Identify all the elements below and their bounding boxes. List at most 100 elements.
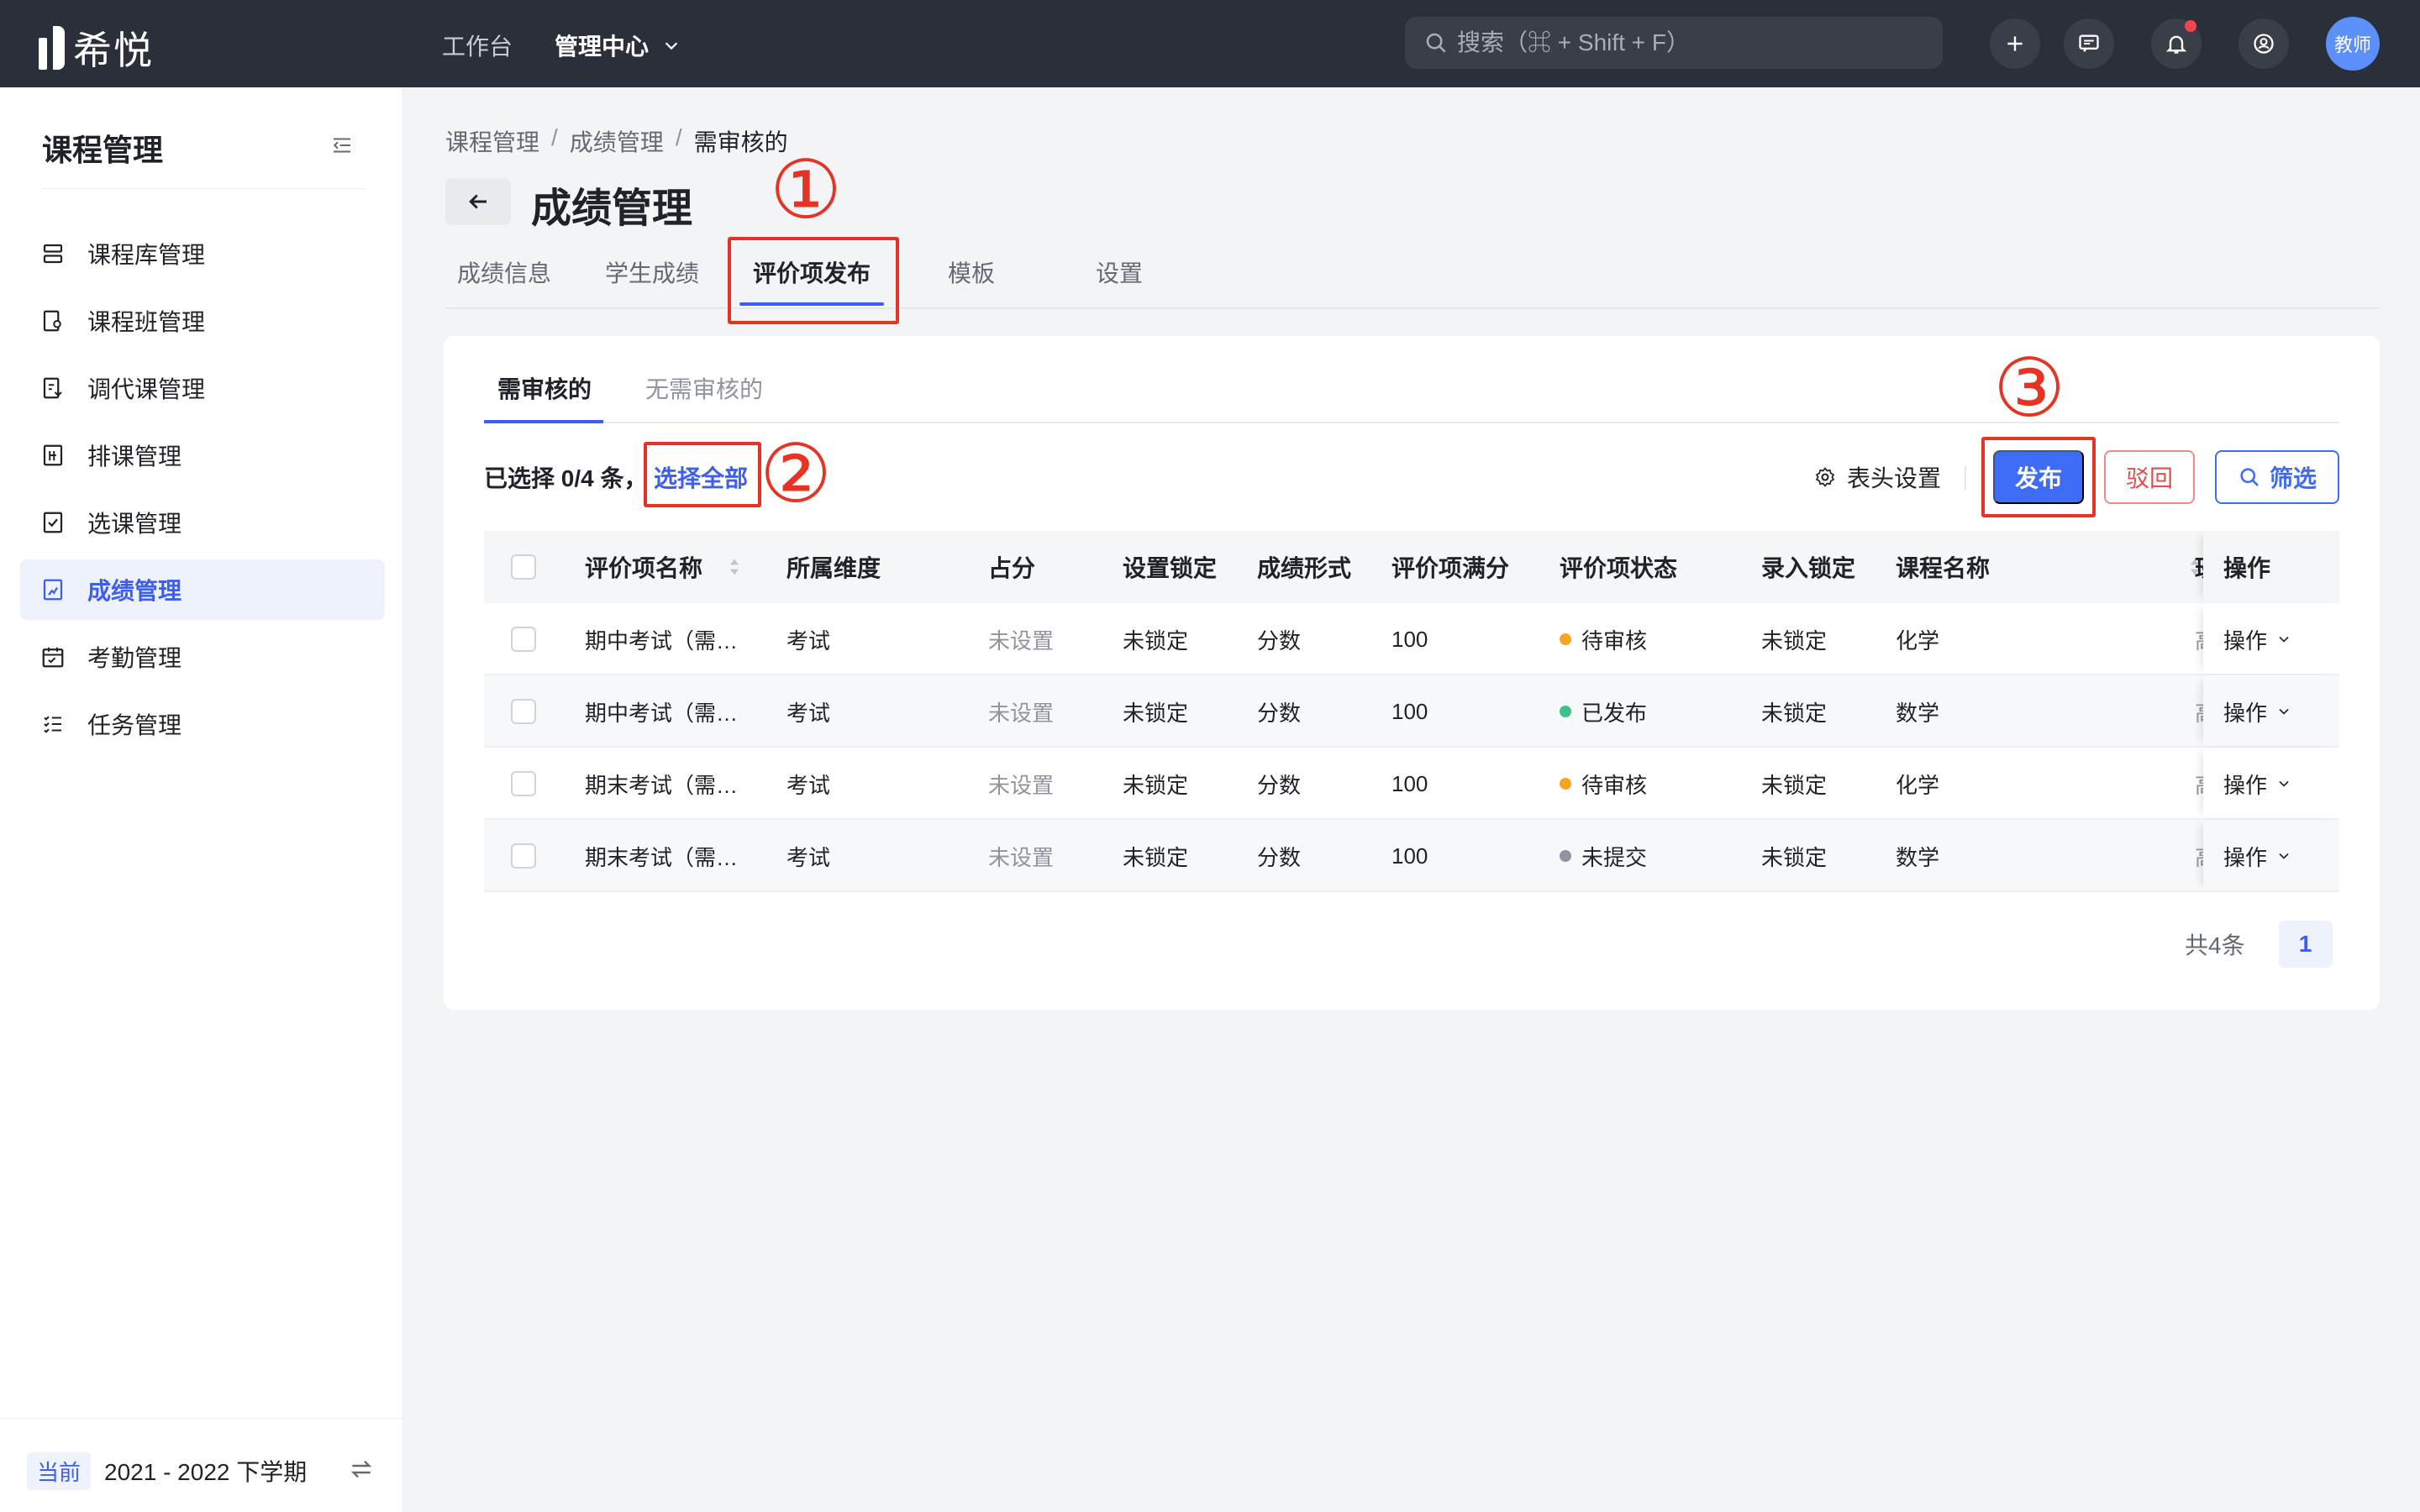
row-checkbox[interactable] <box>511 771 536 796</box>
col-course-label: 课程名称 <box>1896 555 1991 581</box>
col-course[interactable]: 课程名称 <box>1896 531 2202 603</box>
chevron-down-icon <box>2279 708 2289 715</box>
cell-form: 分数 <box>1257 772 1302 798</box>
term-switcher: 当前 2021 - 2022 下学期 <box>0 1418 403 1512</box>
cell-dimension: 考试 <box>786 627 831 654</box>
sidebar-divider <box>42 188 365 189</box>
subtab-needs-review[interactable]: 需审核的 <box>497 371 592 405</box>
notifications-button[interactable] <box>2151 18 2202 69</box>
select-course-icon <box>43 512 63 533</box>
page-title: 成绩管理 <box>531 186 693 231</box>
tab-student-grades[interactable]: 学生成绩 <box>605 255 699 289</box>
grade-icon <box>43 579 63 601</box>
cell-setting-lock: 未锁定 <box>1123 772 1189 798</box>
sidebar-item-substitute[interactable]: 调代课管理 <box>20 358 385 418</box>
select-all-checkbox[interactable] <box>511 554 536 580</box>
cell-dimension: 考试 <box>786 844 831 870</box>
search-input[interactable] <box>1457 29 1928 56</box>
add-button[interactable] <box>1990 18 2040 69</box>
operation-dropdown[interactable]: 操作 <box>2223 675 2292 748</box>
breadcrumb-course-management[interactable]: 课程管理 <box>445 124 539 158</box>
col-name-label: 评价项名称 <box>585 555 703 581</box>
status-dot <box>1560 633 1571 645</box>
reject-button[interactable]: 驳回 <box>2104 450 2195 504</box>
sidebar-item-course-class[interactable]: 课程班管理 <box>20 291 385 351</box>
cell-name: 期末考试（需… <box>585 844 739 870</box>
tab-templates[interactable]: 模板 <box>948 255 995 289</box>
sidebar-item-tasks[interactable]: 任务管理 <box>20 694 385 754</box>
cell-setting-lock: 未锁定 <box>1123 844 1189 870</box>
row-checkbox[interactable] <box>511 699 536 724</box>
annotation-number-2: ② <box>760 427 833 521</box>
filter-button[interactable]: 筛选 <box>2215 450 2339 504</box>
op-cell: 操作 <box>2203 603 2339 674</box>
list-icon <box>43 244 63 264</box>
sidebar-item-course-selection[interactable]: 选课管理 <box>20 492 385 553</box>
table-header: 评价项名称 所属维度 占分 设置锁定 成绩形式 评价项满分 评价项状态 录入锁定… <box>484 531 2339 603</box>
cell-form: 分数 <box>1257 700 1302 726</box>
message-icon <box>2079 34 2099 52</box>
col-score: 占分 <box>988 555 1036 581</box>
top-bar: 希悦 工作台 管理中心 教师 <box>0 0 2420 87</box>
sidebar-item-scheduling[interactable]: 排课管理 <box>20 425 385 486</box>
top-nav: 工作台 管理中心 <box>442 29 681 62</box>
plus-icon <box>2007 36 2023 51</box>
breadcrumb-grade-management[interactable]: 成绩管理 <box>570 124 664 158</box>
status-label: 待审核 <box>1581 772 1648 798</box>
cell-full-score: 100 <box>1392 698 1428 724</box>
cell-form: 分数 <box>1257 627 1302 654</box>
switch-role-button[interactable] <box>2238 18 2289 69</box>
operation-dropdown[interactable]: 操作 <box>2223 820 2292 892</box>
global-search[interactable] <box>1405 17 1943 69</box>
nav-admin-center[interactable]: 管理中心 <box>555 29 681 62</box>
avatar[interactable]: 教师 <box>2326 17 2380 71</box>
cell-class: 高 <box>2195 675 2203 748</box>
cell-score: 未设置 <box>988 700 1055 726</box>
row-checkbox-cell <box>511 675 536 748</box>
cell-class: 高 <box>2195 603 2203 675</box>
subtab-no-review[interactable]: 无需审核的 <box>645 371 763 405</box>
status-dot <box>1560 850 1571 862</box>
chevron-down-icon <box>2279 853 2289 859</box>
cell-course: 化学 <box>1896 772 1940 798</box>
sidebar-item-label: 排课管理 <box>87 444 182 470</box>
sidebar-item-grades[interactable]: 成绩管理 <box>20 559 385 620</box>
row-checkbox[interactable] <box>511 843 536 869</box>
status-label: 已发布 <box>1581 700 1648 726</box>
logo-text: 希悦 <box>73 29 154 72</box>
col-dimension: 所属维度 <box>786 555 881 581</box>
app-logo[interactable]: 希悦 <box>39 20 154 76</box>
col-op-fixed: 操作 <box>2203 531 2339 603</box>
collapse-sidebar-icon[interactable] <box>329 133 355 158</box>
tab-settings[interactable]: 设置 <box>1096 255 1143 289</box>
messages-button[interactable] <box>2064 18 2114 69</box>
page-button[interactable]: 1 <box>2278 921 2333 968</box>
cell-course: 数学 <box>1896 700 1940 726</box>
swap-term-icon[interactable] <box>348 1456 375 1483</box>
cell-score: 未设置 <box>988 627 1055 654</box>
breadcrumb: 课程管理 / 成绩管理 / 需审核的 <box>445 124 788 158</box>
task-icon <box>44 716 61 733</box>
back-button[interactable] <box>445 178 511 225</box>
logo-mark-icon <box>39 26 65 70</box>
table-row: 期中考试（需… 考试 未设置 未锁定 分数 100 已发布 未锁定 数学 高 操… <box>484 675 2339 748</box>
sidebar-item-label: 课程班管理 <box>87 309 206 335</box>
op-cell: 操作 <box>2203 748 2339 818</box>
row-checkbox[interactable] <box>511 627 536 652</box>
cell-setting-lock: 未锁定 <box>1123 700 1189 726</box>
sidebar-item-attendance[interactable]: 考勤管理 <box>20 627 385 687</box>
cell-dimension: 考试 <box>786 700 831 726</box>
operation-dropdown[interactable]: 操作 <box>2223 603 2292 675</box>
pagination: 共4条 1 <box>2185 921 2333 968</box>
cell-status: 已发布 <box>1560 675 1647 748</box>
annotation-box-publish <box>1981 437 2096 517</box>
sidebar-item-course-library[interactable]: 课程库管理 <box>20 223 385 284</box>
tab-grade-info[interactable]: 成绩信息 <box>457 255 551 289</box>
bell-icon <box>2165 35 2187 54</box>
nav-workbench[interactable]: 工作台 <box>442 29 513 62</box>
col-name[interactable]: 评价项名称 <box>585 531 741 603</box>
table-row: 期末考试（需… 考试 未设置 未锁定 分数 100 未提交 未锁定 数学 高 操… <box>484 820 2339 892</box>
breadcrumb-separator: / <box>551 124 558 150</box>
header-settings-button[interactable]: 表头设置 <box>1813 460 1941 494</box>
operation-dropdown[interactable]: 操作 <box>2223 748 2292 820</box>
